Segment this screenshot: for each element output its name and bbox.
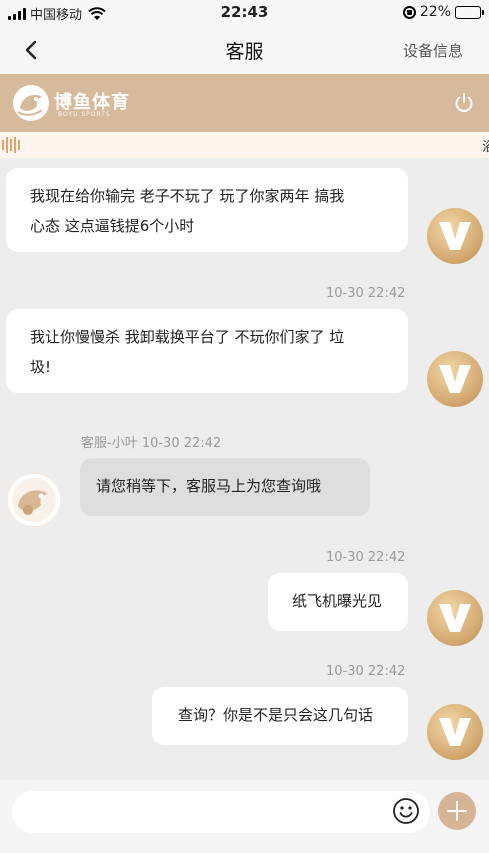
message-text: 纸飞机曝光见 [292,592,383,610]
message-text-line: 圾! [30,358,52,376]
message-bubble-user[interactable]: 纸飞机曝光见 [268,573,408,631]
fish-mascot-icon [12,478,56,522]
sound-wave-icon [2,137,20,153]
agent-sender-label: 客服-小叶 10-30 22:42 [81,436,222,451]
message-timestamp: 10-30 22:42 [326,550,406,565]
message-text-line: 心态 这点逼钱提6个小时 [30,217,195,235]
message-timestamp: 10-30 22:42 [326,286,406,301]
v-logo-icon [439,604,471,632]
agent-avatar[interactable] [6,472,62,528]
chat-area[interactable]: 我现在给你输完 老子不玩了 玩了你家两年 搞我 心态 这点逼钱提6个小时 10-… [0,158,489,780]
message-bubble-agent[interactable]: 请您稍等下，客服马上为您查询哦 [80,458,370,516]
user-avatar[interactable] [427,208,483,264]
device-info-button[interactable]: 设备信息 [403,40,463,61]
orientation-lock-icon [402,5,416,19]
message-text: 请您稍等下，客服马上为您查询哦 [96,477,322,495]
message-timestamp: 10-30 22:42 [326,664,406,679]
message-bubble-user[interactable]: 查询？你是不是只会这几句话 [152,687,408,745]
user-avatar[interactable] [427,704,483,760]
battery-icon [455,5,484,19]
input-bar [0,780,489,853]
v-logo-icon [439,222,471,250]
message-text-line: 我让你慢慢杀 我卸载换平台了 不玩你们家了 垃 [30,328,345,346]
user-avatar[interactable] [427,351,483,407]
brand-subtitle: BOYU SPORTS [58,111,111,118]
battery-percent: 22% [419,4,451,20]
status-right: 22% [402,4,484,20]
v-logo-icon [439,365,471,393]
marquee-text: 浴 [481,140,489,155]
message-text-line: 我现在给你输完 老子不玩了 玩了你家两年 搞我 [30,187,345,205]
smiley-icon[interactable] [392,797,420,825]
message-text: 查询？你是不是只会这几句话 [178,706,374,724]
message-bubble-user[interactable]: 我现在给你输完 老子不玩了 玩了你家两年 搞我 心态 这点逼钱提6个小时 [6,168,408,252]
message-bubble-user[interactable]: 我让你慢慢杀 我卸载换平台了 不玩你们家了 垃 圾! [6,309,408,393]
fish-logo-icon [13,85,49,121]
power-icon[interactable] [453,92,475,114]
v-logo-icon [439,718,471,746]
plus-button[interactable] [438,792,476,830]
nav-bar: 客服 设备信息 [0,26,489,74]
user-avatar[interactable] [427,590,483,646]
message-input[interactable] [12,791,430,833]
announcement-marquee[interactable]: 浴 [0,132,489,158]
brand-header: 博鱼体育 BOYU SPORTS [0,74,489,132]
status-bar: 中国移动 22:43 22% [0,0,489,26]
